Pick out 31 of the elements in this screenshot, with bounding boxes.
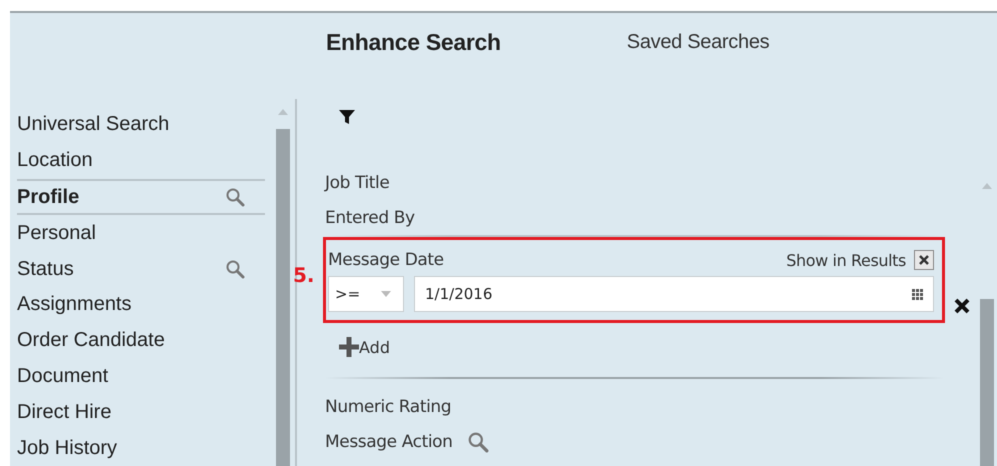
tab[interactable]: Enhance Search	[326, 29, 501, 56]
field-item[interactable]: Job Title	[325, 165, 945, 200]
delete-icon[interactable]	[953, 297, 971, 315]
annotation-number: 5.	[293, 263, 315, 287]
sidebar-item[interactable]: Document	[17, 358, 265, 394]
sidebar-item[interactable]: Job History	[17, 430, 265, 466]
show-in-results-label: Show in Results	[786, 250, 906, 270]
field-item[interactable]: Message Action	[325, 424, 945, 459]
field-item[interactable]: Entered By	[325, 200, 945, 235]
sidebar-item[interactable]: Status	[17, 251, 265, 287]
date-field[interactable]: 1/1/2016	[414, 276, 934, 312]
show-in-results-checkbox[interactable]	[914, 250, 934, 270]
plus-icon	[337, 335, 361, 359]
sidebar-item[interactable]: Universal Search	[17, 107, 265, 143]
add-button[interactable]: Add	[337, 335, 390, 359]
cross-icon	[918, 254, 930, 266]
sidebar-item[interactable]: Direct Hire	[17, 394, 265, 430]
field-label: Message Date	[328, 250, 444, 270]
sidebar-item[interactable]: Profile	[17, 178, 265, 216]
sidebar-item[interactable]: Assignments	[17, 287, 265, 323]
tab[interactable]: Saved Searches	[626, 29, 770, 54]
search-icon[interactable]	[466, 430, 489, 452]
operator-dropdown[interactable]: >=	[328, 276, 404, 312]
search-icon[interactable]	[225, 187, 245, 207]
sidebar-item[interactable]: Personal	[17, 215, 265, 252]
field-item[interactable]: Numeric Rating	[325, 389, 945, 424]
sidebar-item[interactable]: Order Candidate	[17, 322, 265, 359]
calendar-icon[interactable]	[912, 288, 923, 300]
sidebar-item[interactable]: Location	[17, 142, 265, 179]
search-icon[interactable]	[225, 259, 245, 280]
filter-icon[interactable]	[339, 109, 355, 125]
